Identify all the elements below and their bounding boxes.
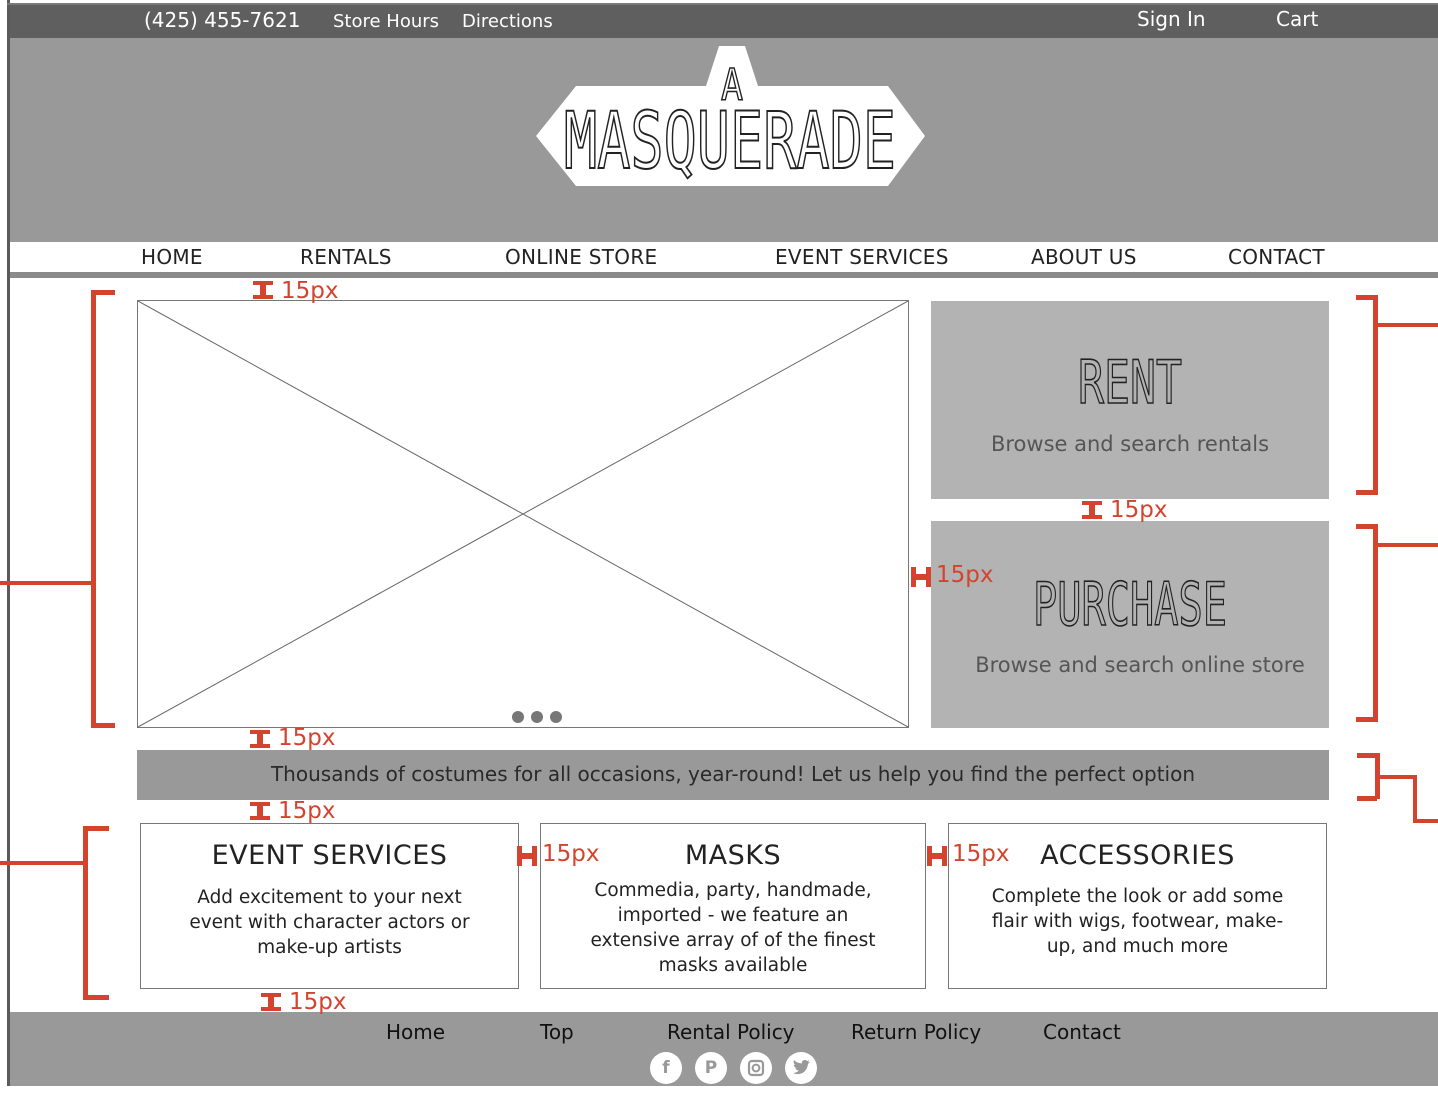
annotation-bracket	[1356, 490, 1376, 495]
carousel-dot[interactable]	[512, 711, 524, 723]
footer-link-contact[interactable]: Contact	[1043, 1020, 1121, 1044]
svg-text:RENT: RENT	[1078, 348, 1182, 411]
spacing-marker-horizontal	[926, 845, 948, 867]
footer-link-home[interactable]: Home	[386, 1020, 445, 1044]
purchase-panel[interactable]: PURCHASE Browse and search online store	[931, 521, 1329, 728]
rent-panel[interactable]: RENT Browse and search rentals	[931, 301, 1329, 499]
directions-link[interactable]: Directions	[462, 11, 553, 32]
annotation-bracket	[91, 723, 115, 728]
instagram-icon[interactable]	[740, 1052, 772, 1084]
promo-banner: Thousands of costumes for all occasions,…	[137, 750, 1329, 800]
image-placeholder	[138, 301, 908, 727]
store-hours-link[interactable]: Store Hours	[333, 11, 439, 32]
spacing-label: 15px	[278, 725, 336, 751]
nav-item-event-services[interactable]: EVENT SERVICES	[775, 245, 949, 269]
annotation-bracket	[1357, 796, 1377, 801]
annotation-bracket	[1376, 323, 1438, 327]
logo-wordmark: MASQUERADE	[564, 97, 896, 187]
nav-item-contact[interactable]: CONTACT	[1228, 245, 1325, 269]
annotation-bracket	[83, 826, 88, 1000]
nav-item-about-us[interactable]: ABOUT US	[1031, 245, 1137, 269]
footer-link-return-policy[interactable]: Return Policy	[851, 1020, 981, 1044]
annotation-bracket	[1357, 753, 1377, 758]
spacing-label: 15px	[289, 989, 347, 1015]
nav-item-rentals[interactable]: RENTALS	[300, 245, 392, 269]
annotation-bracket	[1356, 717, 1376, 722]
rent-subtitle: Browse and search rentals	[990, 432, 1270, 456]
site-footer: Home Top Rental Policy Return Policy Con…	[10, 1012, 1438, 1086]
card-body: Complete the look or add some flair with…	[991, 886, 1284, 957]
annotation-bracket	[1356, 295, 1376, 300]
annotation-bracket	[83, 826, 109, 831]
site-header: A MASQUERADE	[10, 38, 1438, 242]
spacing-marker-vertical	[1082, 500, 1104, 520]
event-services-card[interactable]: EVENT SERVICES Add excitement to your ne…	[140, 823, 519, 989]
spacing-label: 15px	[542, 841, 600, 867]
annotation-bracket	[83, 995, 109, 1000]
carousel-dot[interactable]	[550, 711, 562, 723]
annotation-bracket	[0, 861, 85, 865]
nav-item-online-store[interactable]: ONLINE STORE	[505, 245, 658, 269]
rent-title: RENT	[1077, 347, 1183, 411]
annotation-bracket	[91, 290, 115, 295]
purchase-subtitle: Browse and search online store	[975, 653, 1305, 677]
annotation-bracket	[0, 581, 93, 585]
annotation-bracket	[1413, 775, 1417, 822]
spacing-marker-vertical	[261, 992, 283, 1012]
spacing-marker-horizontal	[910, 566, 932, 588]
annotation-bracket	[1377, 775, 1415, 779]
logo[interactable]: A MASQUERADE	[522, 42, 942, 194]
annotation-bracket	[1376, 543, 1438, 547]
annotation-bracket	[91, 290, 96, 728]
card-title: EVENT SERVICES	[211, 840, 448, 871]
carousel-dot[interactable]	[531, 711, 543, 723]
hero-carousel[interactable]	[137, 300, 909, 728]
footer-link-top[interactable]: Top	[540, 1020, 574, 1044]
nav-item-home[interactable]: HOME	[141, 245, 203, 269]
spacing-marker-horizontal	[516, 845, 538, 867]
utility-bar: (425) 455-7621 Store Hours Directions Si…	[10, 5, 1438, 38]
nav-divider	[10, 272, 1438, 278]
spacing-label: 15px	[952, 841, 1010, 867]
sign-in-link[interactable]: Sign In	[1137, 7, 1206, 31]
annotation-bracket	[1373, 524, 1378, 722]
facebook-icon[interactable]: f	[650, 1052, 682, 1084]
spacing-label: 15px	[936, 562, 994, 588]
spacing-marker-vertical	[253, 280, 275, 300]
cart-link[interactable]: Cart	[1276, 7, 1318, 31]
card-body: Add excitement to your next event with c…	[189, 887, 470, 958]
footer-link-rental-policy[interactable]: Rental Policy	[667, 1020, 795, 1044]
pinterest-icon[interactable]: P	[695, 1052, 727, 1084]
annotation-bracket	[1413, 819, 1438, 823]
main-nav: HOME RENTALS ONLINE STORE EVENT SERVICES…	[10, 242, 1438, 272]
promo-banner-text: Thousands of costumes for all occasions,…	[270, 762, 1196, 786]
spacing-marker-vertical	[250, 801, 272, 821]
annotation-bracket	[1356, 524, 1376, 529]
spacing-label: 15px	[278, 798, 336, 824]
twitter-icon[interactable]	[785, 1052, 817, 1084]
spacing-marker-vertical	[250, 729, 272, 749]
card-body: Commedia, party, handmade, imported - we…	[590, 880, 876, 976]
phone-number[interactable]: (425) 455-7621	[144, 8, 300, 32]
spacing-label: 15px	[1110, 497, 1168, 523]
svg-text:PURCHASE: PURCHASE	[1033, 570, 1227, 633]
spacing-label: 15px	[281, 278, 339, 304]
